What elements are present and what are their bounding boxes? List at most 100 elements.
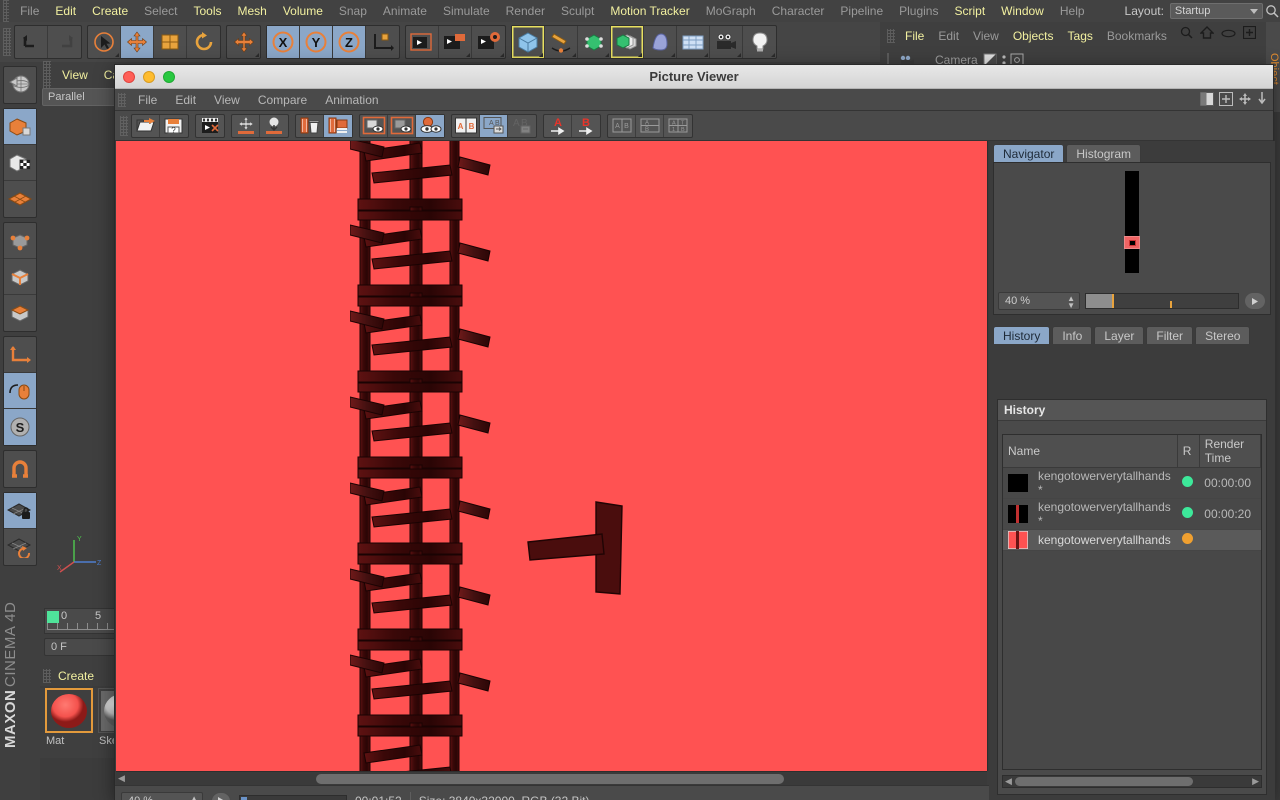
navigator-viewport-marker[interactable] bbox=[1124, 236, 1140, 249]
pv-menu-file[interactable]: File bbox=[129, 89, 166, 111]
menu-item-snap[interactable]: Snap bbox=[331, 0, 375, 22]
open-image-icon[interactable] bbox=[132, 114, 160, 137]
layout-ab-vertical-icon[interactable]: AB bbox=[636, 114, 664, 137]
tab-filter[interactable]: Filter bbox=[1146, 326, 1194, 344]
menu-item-render[interactable]: Render bbox=[498, 0, 553, 22]
viewport-grip[interactable] bbox=[43, 61, 51, 89]
navigator-zoom-field[interactable]: 40 % ▲ ▼ bbox=[998, 292, 1080, 310]
cube-primitive-icon[interactable] bbox=[512, 26, 545, 58]
make-editable-icon[interactable] bbox=[4, 109, 36, 145]
menu-item-motion-tracker[interactable]: Motion Tracker bbox=[602, 0, 697, 22]
snap-s-icon[interactable]: S bbox=[4, 409, 36, 445]
menu-item-plugins[interactable]: Plugins bbox=[891, 0, 946, 22]
nurbs-generator-icon[interactable] bbox=[578, 26, 611, 58]
navigator-zoom-slider[interactable] bbox=[1085, 293, 1239, 309]
navigator-play-button[interactable] bbox=[1244, 292, 1266, 310]
object-manager-grip[interactable] bbox=[887, 29, 895, 43]
om-menu-edit[interactable]: Edit bbox=[931, 24, 966, 48]
table-row[interactable]: kengotowerverytallhands bbox=[1003, 529, 1261, 551]
polygons-mode-icon[interactable] bbox=[4, 295, 36, 331]
side-by-side-icon[interactable]: AB bbox=[452, 114, 480, 137]
render-view-icon[interactable] bbox=[406, 26, 439, 58]
tab-history[interactable]: History bbox=[993, 326, 1051, 344]
axis-z-icon[interactable]: Z bbox=[333, 26, 366, 58]
tab-navigator[interactable]: Navigator bbox=[993, 144, 1065, 162]
history-scroll-thumb[interactable] bbox=[1015, 777, 1193, 786]
om-home-icon[interactable] bbox=[1199, 26, 1215, 42]
zoom-stepper-icon[interactable]: ▲▼ bbox=[190, 794, 198, 800]
environment-sky-icon[interactable] bbox=[677, 26, 710, 58]
move-panel-icon[interactable] bbox=[1238, 92, 1252, 109]
magnet-icon[interactable] bbox=[4, 451, 36, 487]
render-region-icon[interactable] bbox=[196, 115, 224, 137]
render-settings-icon[interactable] bbox=[472, 26, 505, 58]
om-search-icon[interactable] bbox=[1180, 26, 1193, 42]
pv-menu-view[interactable]: View bbox=[205, 89, 249, 111]
pv-menu-compare[interactable]: Compare bbox=[249, 89, 316, 111]
texture-mode-icon[interactable] bbox=[4, 181, 36, 217]
menu-item-volume[interactable]: Volume bbox=[275, 0, 331, 22]
menu-item-mograph[interactable]: MoGraph bbox=[698, 0, 764, 22]
object-axis-icon[interactable] bbox=[4, 337, 36, 373]
viewport-mouse-icon[interactable] bbox=[4, 373, 36, 409]
scale-tool-icon[interactable] bbox=[154, 26, 187, 58]
om-menu-file[interactable]: File bbox=[898, 24, 931, 48]
world-object-coordinates-icon[interactable] bbox=[366, 26, 399, 58]
om-add-icon[interactable] bbox=[1242, 25, 1257, 42]
menu-item-edit[interactable]: Edit bbox=[47, 0, 84, 22]
image-canvas[interactable] bbox=[116, 141, 987, 771]
horizontal-scroll-thumb[interactable] bbox=[316, 774, 784, 784]
history-col-r[interactable]: R bbox=[1177, 435, 1200, 468]
ab-single-icon[interactable]: AB bbox=[480, 114, 508, 137]
pv-menu-animation[interactable]: Animation bbox=[316, 89, 387, 111]
material-swatch-mat[interactable] bbox=[45, 688, 93, 733]
add-panel-icon[interactable] bbox=[1219, 92, 1233, 109]
redo-icon[interactable] bbox=[48, 26, 81, 58]
menu-item-simulate[interactable]: Simulate bbox=[435, 0, 498, 22]
move-to-bottom-icon[interactable] bbox=[260, 115, 288, 137]
table-row[interactable]: kengotowerverytallhands * 00:00:20 bbox=[1003, 498, 1261, 530]
axis-y-icon[interactable]: Y bbox=[300, 26, 333, 58]
menu-item-sculpt[interactable]: Sculpt bbox=[553, 0, 602, 22]
split-panel-icon[interactable] bbox=[1200, 92, 1214, 109]
zoom-slider-handle[interactable] bbox=[1112, 294, 1114, 308]
play-animation-button[interactable] bbox=[211, 791, 231, 800]
camera-icon[interactable] bbox=[710, 26, 743, 58]
om-menu-objects[interactable]: Objects bbox=[1006, 24, 1061, 48]
globe-undo-icon[interactable] bbox=[4, 67, 36, 103]
move-alt-icon[interactable] bbox=[227, 26, 260, 58]
render-region-icon[interactable] bbox=[439, 26, 472, 58]
tab-stereo[interactable]: Stereo bbox=[1195, 326, 1251, 344]
history-scroll-left-icon[interactable]: ◀ bbox=[1005, 776, 1012, 787]
om-eye-icon[interactable] bbox=[1221, 27, 1236, 41]
menu-item-window[interactable]: Window bbox=[993, 0, 1052, 22]
menu-item-tools[interactable]: Tools bbox=[185, 0, 229, 22]
lock-workplane-icon[interactable] bbox=[4, 493, 36, 529]
render-progress-bar[interactable] bbox=[239, 794, 347, 800]
polygon-mode-icon[interactable] bbox=[4, 145, 36, 181]
menu-item-script[interactable]: Script bbox=[946, 0, 993, 22]
picture-viewer-titlebar[interactable]: Picture Viewer bbox=[115, 65, 1273, 89]
image-horizontal-scrollbar[interactable]: ◀ bbox=[116, 771, 987, 785]
pv-menu-edit[interactable]: Edit bbox=[166, 89, 205, 111]
history-table-wrapper[interactable]: Name R Render Time kengotowerverytallhan… bbox=[1002, 434, 1262, 770]
menu-item-pipeline[interactable]: Pipeline bbox=[832, 0, 891, 22]
menu-item-animate[interactable]: Animate bbox=[375, 0, 435, 22]
array-cloner-icon[interactable] bbox=[611, 26, 644, 58]
pv-menu-grip[interactable] bbox=[118, 92, 126, 107]
menu-item-mesh[interactable]: Mesh bbox=[230, 0, 275, 22]
select-tool-icon[interactable] bbox=[88, 26, 121, 58]
delete-all-icon[interactable] bbox=[324, 114, 352, 137]
table-row[interactable]: kengotowerverytallhands * 00:00:00 bbox=[1003, 467, 1261, 499]
history-col-name[interactable]: Name bbox=[1003, 435, 1178, 468]
menu-item-character[interactable]: Character bbox=[764, 0, 833, 22]
menu-item-create[interactable]: Create bbox=[84, 0, 136, 22]
menu-item-file[interactable]: File bbox=[12, 0, 47, 22]
material-create-menu[interactable]: Create bbox=[54, 669, 94, 683]
search-icon[interactable] bbox=[1263, 0, 1280, 22]
timeline-playhead[interactable] bbox=[47, 611, 59, 623]
history-scroll-right-icon[interactable]: ▶ bbox=[1252, 776, 1259, 787]
om-menu-bookmarks[interactable]: Bookmarks bbox=[1100, 24, 1174, 48]
toolbar-grip[interactable] bbox=[3, 28, 11, 56]
tab-info[interactable]: Info bbox=[1052, 326, 1093, 344]
